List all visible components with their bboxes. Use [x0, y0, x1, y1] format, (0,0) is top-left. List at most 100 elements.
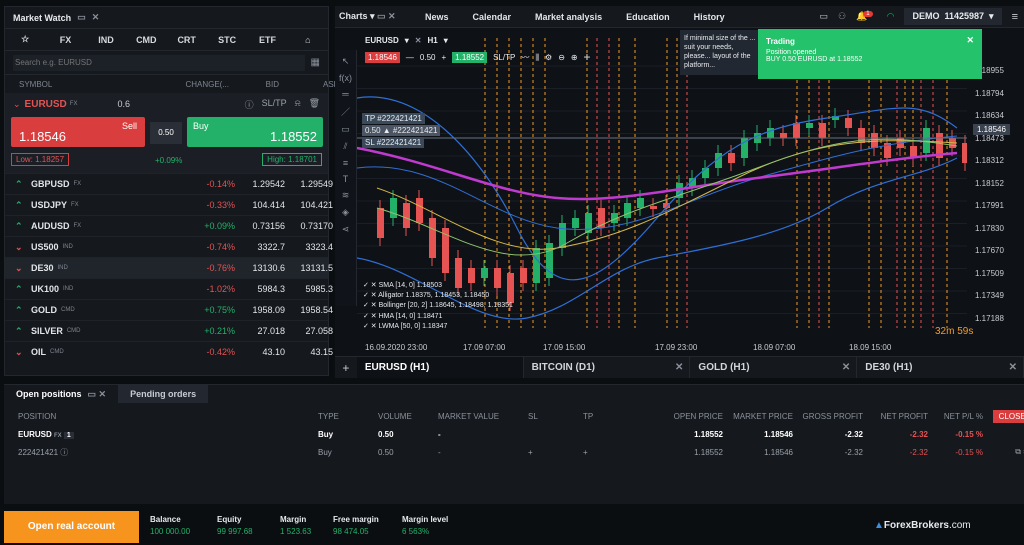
add-tp-button[interactable]: + [583, 448, 653, 457]
chevron-down-icon[interactable]: ▾ [444, 36, 448, 45]
indicator-sma[interactable]: ✓ ✕ SMA [14, 0] 1.18503 [363, 281, 513, 291]
header-change[interactable]: CHANGE(... [169, 80, 229, 89]
indicator-alligator[interactable]: ✓ ✕ Alligator 1.18375, 1.18453, 1.18450 [363, 291, 513, 301]
buy-button[interactable]: Buy 1.18552 [187, 117, 323, 147]
nav-education[interactable]: Education [614, 12, 682, 22]
symbol-row[interactable]: ⌄ US500 IND -0.74% 3322.7 3323.4 [5, 236, 333, 257]
layout-icon[interactable]: ▭ [819, 11, 828, 22]
symbol-row[interactable]: ⌃ GOLD CMD +0.75% 1958.09 1958.54 [5, 299, 333, 320]
position-order-tag[interactable]: 0.50 ▲ #222421421 [362, 125, 441, 136]
wave-icon[interactable]: ≋ [342, 190, 350, 201]
tp-order-tag[interactable]: TP #222421421 [362, 113, 425, 124]
open-real-account-button[interactable]: Open real account [4, 511, 139, 543]
mw-tab-3[interactable]: CMD [126, 35, 166, 45]
charts-menu[interactable]: Charts ▾ ▭ ✕ [335, 11, 413, 22]
zoom-out-icon[interactable]: ⊖ [558, 53, 565, 62]
nav-calendar[interactable]: Calendar [461, 12, 524, 22]
tab-open-positions[interactable]: Open positions ▭ ✕ [4, 389, 118, 400]
symbol-row[interactable]: ⌃ USDJPY FX -0.33% 104.414 104.421 [5, 194, 333, 215]
add-chart-button[interactable]: + [335, 357, 357, 378]
close-icon[interactable]: ✕ [415, 36, 422, 45]
col-sl: SL [528, 411, 538, 421]
nav-news[interactable]: News [413, 12, 461, 22]
horizontal-line-icon[interactable]: ═ [342, 89, 348, 99]
position-detail-row[interactable]: 222421421 ⓘ Buy 0.50 - + + 1.18552 1.185… [4, 443, 1024, 461]
position-row[interactable]: EURUSD FX 1 Buy 0.50 - 1.18552 1.18546 -… [4, 425, 1024, 443]
close-icon[interactable]: ✕ [966, 35, 974, 46]
indicator-lwma[interactable]: ✓ ✕ LWMA [50, 0] 1.18347 [363, 322, 513, 332]
plus-icon[interactable]: + [442, 53, 447, 62]
mw-tab-1[interactable]: FX [45, 35, 85, 45]
symbol-row[interactable]: ⌄ DE30 IND -0.76% 13130.6 13131.5 [5, 257, 333, 278]
rectangle-icon[interactable]: ▭ [341, 124, 350, 135]
function-icon[interactable]: f(x) [339, 73, 352, 83]
line-chart-icon[interactable]: 〰 [521, 52, 529, 63]
candle-countdown: 32m 59s [935, 326, 974, 337]
minus-icon[interactable]: — [406, 53, 414, 62]
channel-icon[interactable]: ⫽ [343, 141, 347, 152]
chart-sltp-button[interactable]: SL/TP [493, 53, 515, 62]
symbol-row[interactable]: ⌃ SILVER CMD +0.21% 27.018 27.058 [5, 320, 333, 341]
symbol-row[interactable]: ⌄ OIL CMD -0.42% 43.10 43.15 [5, 341, 333, 362]
sl-order-tag[interactable]: SL #222421421 [362, 137, 425, 148]
symbol-change: -0.33% [206, 200, 235, 210]
mw-tab-4[interactable]: CRT [167, 35, 207, 45]
chart-tab-gold[interactable]: GOLD (H1) ✕ [690, 357, 858, 378]
network-icon[interactable]: ⚇ [838, 11, 846, 22]
sltp-button[interactable]: SL/TP [262, 98, 287, 111]
fibonacci-icon[interactable]: ≡ [343, 158, 348, 168]
chevron-down-icon[interactable]: ▾ [405, 36, 409, 45]
mw-tab-5[interactable]: STC [207, 35, 247, 45]
settings-icon[interactable]: ⚙ [545, 53, 552, 62]
chart-symbol[interactable]: EURUSD [365, 36, 399, 45]
layers-icon[interactable]: ◈ [342, 207, 349, 218]
candle-icon[interactable]: ⫼ [535, 53, 539, 63]
mw-tab-6[interactable]: ETF [247, 35, 287, 45]
copy-icon[interactable]: ⧉ [1015, 447, 1021, 456]
chevron-down-icon[interactable]: ⌄ [13, 99, 21, 110]
more-icon[interactable]: ••• [983, 430, 1024, 439]
add-sl-button[interactable]: + [528, 448, 583, 457]
mw-tab-2[interactable]: IND [86, 35, 126, 45]
nav-market-analysis[interactable]: Market analysis [523, 12, 614, 22]
bell-icon[interactable]: 🔔1 [856, 11, 877, 22]
menu-icon[interactable]: ≡ [1012, 11, 1018, 23]
indicator-bollinger[interactable]: ✓ ✕ Bollinger [20, 2] 1.18645, 1.18498, … [363, 301, 513, 311]
cursor-icon[interactable]: ↖ [342, 56, 350, 67]
symbol-row[interactable]: ⌃ UK100 IND -1.02% 5984.3 5985.3 [5, 278, 333, 299]
chart-volume[interactable]: 0.50 [420, 53, 436, 62]
window-icon[interactable]: ▭ [77, 12, 86, 23]
volume-input[interactable]: 0.50 [150, 122, 182, 144]
mw-tab-7[interactable]: ⌂ [288, 35, 328, 45]
info-icon[interactable]: ⓘ [60, 448, 68, 457]
bell-icon[interactable]: ⍾ [295, 98, 301, 111]
nav-history[interactable]: History [682, 12, 737, 22]
mw-tab-0[interactable]: ☆ [5, 34, 45, 45]
tab-pending-orders[interactable]: Pending orders [118, 385, 209, 403]
close-icon[interactable]: ✕ [92, 12, 100, 23]
share-icon[interactable]: ⋖ [342, 224, 350, 235]
close-all-button[interactable]: CLOSE ▾ [992, 409, 1024, 423]
text-icon[interactable]: T [343, 174, 349, 184]
zoom-in-icon[interactable]: ⊕ [571, 53, 578, 62]
crosshair-icon[interactable]: ✛ [584, 53, 591, 62]
symbol-row[interactable]: ⌃ GBPUSD FX -0.14% 1.29542 1.29549 [5, 173, 333, 194]
account-selector[interactable]: DEMO 11425987 ▾ [904, 8, 1002, 25]
window-icon[interactable]: ▭ ✕ [377, 11, 396, 21]
chart-timeframe[interactable]: H1 [428, 36, 438, 45]
info-icon[interactable]: ⓘ [245, 98, 254, 111]
chart-sell-button[interactable]: 1.18546 [365, 52, 400, 63]
chart-tab-de30[interactable]: DE30 (H1) ✕ [857, 357, 1024, 378]
sell-button[interactable]: Sell 1.18546 [11, 117, 145, 147]
selected-symbol-row[interactable]: ⌄ EURUSD FX 0.6 ⓘ SL/TP ⍾ 🗑 [5, 93, 328, 115]
symbol-row[interactable]: ⌃ AUDUSD FX +0.09% 0.73156 0.73170 [5, 215, 333, 236]
chart-tab-eurusd[interactable]: EURUSD (H1) [356, 357, 524, 378]
chart-tab-bitcoin[interactable]: BITCOIN (D1) ✕ [524, 357, 691, 378]
trend-line-icon[interactable]: ／ [341, 105, 350, 118]
trash-icon[interactable]: 🗑 [309, 98, 320, 111]
grid-view-icon[interactable]: ▦ [311, 57, 320, 68]
trade-notification[interactable]: Trading Position opened BUY 0.50 EURUSD … [758, 29, 982, 79]
chart-buy-button[interactable]: 1.18552 [452, 52, 488, 63]
indicator-hma[interactable]: ✓ ✕ HMA [14, 0] 1.18471 [363, 312, 513, 322]
search-input[interactable] [13, 54, 305, 71]
